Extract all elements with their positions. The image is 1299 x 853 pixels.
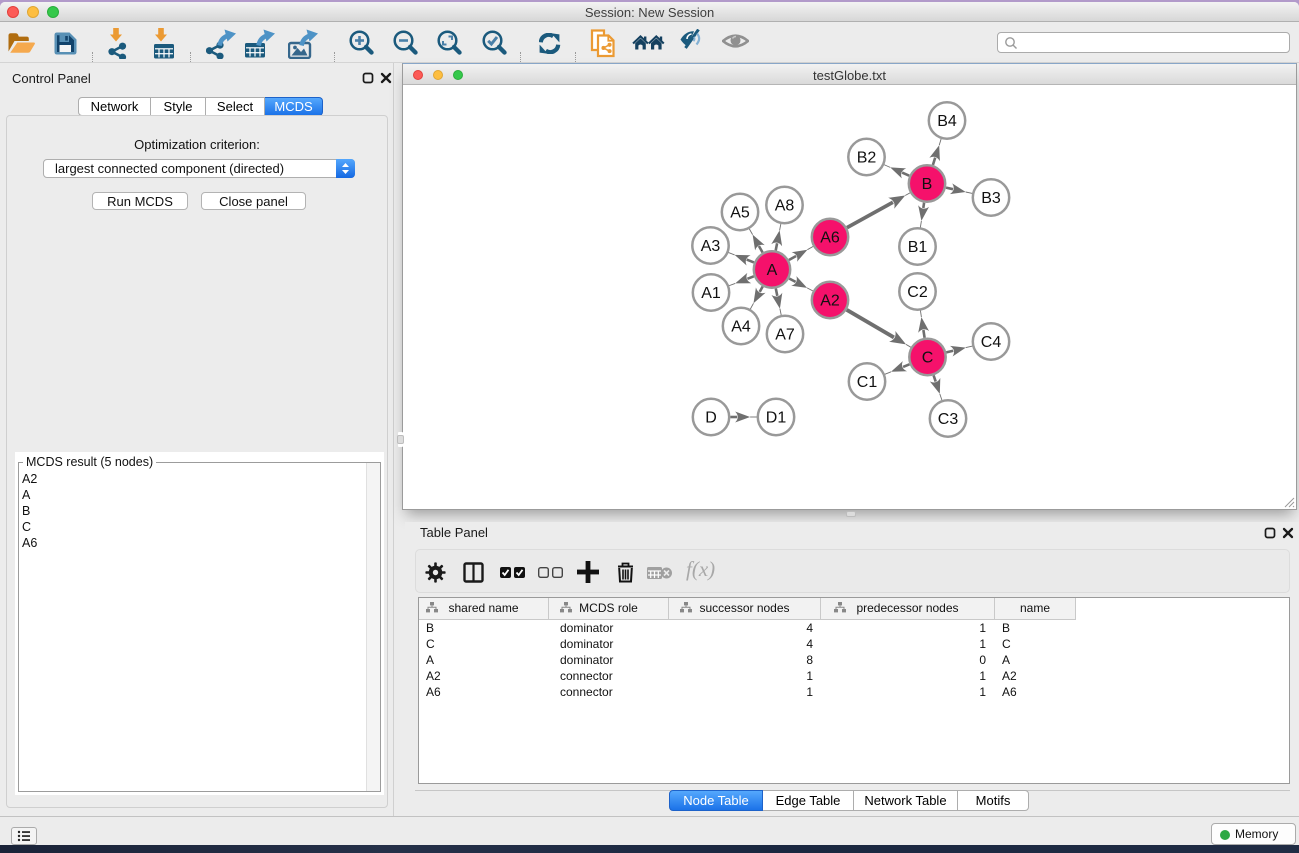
- svg-text:A7: A7: [775, 327, 795, 344]
- svg-text:A3: A3: [701, 238, 721, 255]
- svg-text:D1: D1: [766, 410, 787, 427]
- svg-text:C3: C3: [938, 411, 959, 428]
- svg-text:A1: A1: [701, 285, 721, 302]
- svg-text:B1: B1: [908, 239, 928, 256]
- svg-text:A5: A5: [730, 205, 750, 222]
- svg-text:B3: B3: [981, 190, 1001, 207]
- svg-text:A4: A4: [731, 319, 751, 336]
- svg-text:C4: C4: [981, 334, 1002, 351]
- svg-text:B4: B4: [937, 113, 957, 130]
- svg-text:D: D: [705, 410, 717, 427]
- svg-text:C: C: [922, 350, 934, 367]
- svg-text:A: A: [767, 262, 778, 279]
- svg-text:B: B: [922, 176, 933, 193]
- svg-text:A8: A8: [775, 198, 795, 215]
- svg-text:A2: A2: [820, 293, 840, 310]
- svg-text:A6: A6: [820, 230, 840, 247]
- svg-text:C2: C2: [907, 284, 928, 301]
- svg-text:C1: C1: [857, 374, 878, 391]
- svg-text:B2: B2: [857, 150, 877, 167]
